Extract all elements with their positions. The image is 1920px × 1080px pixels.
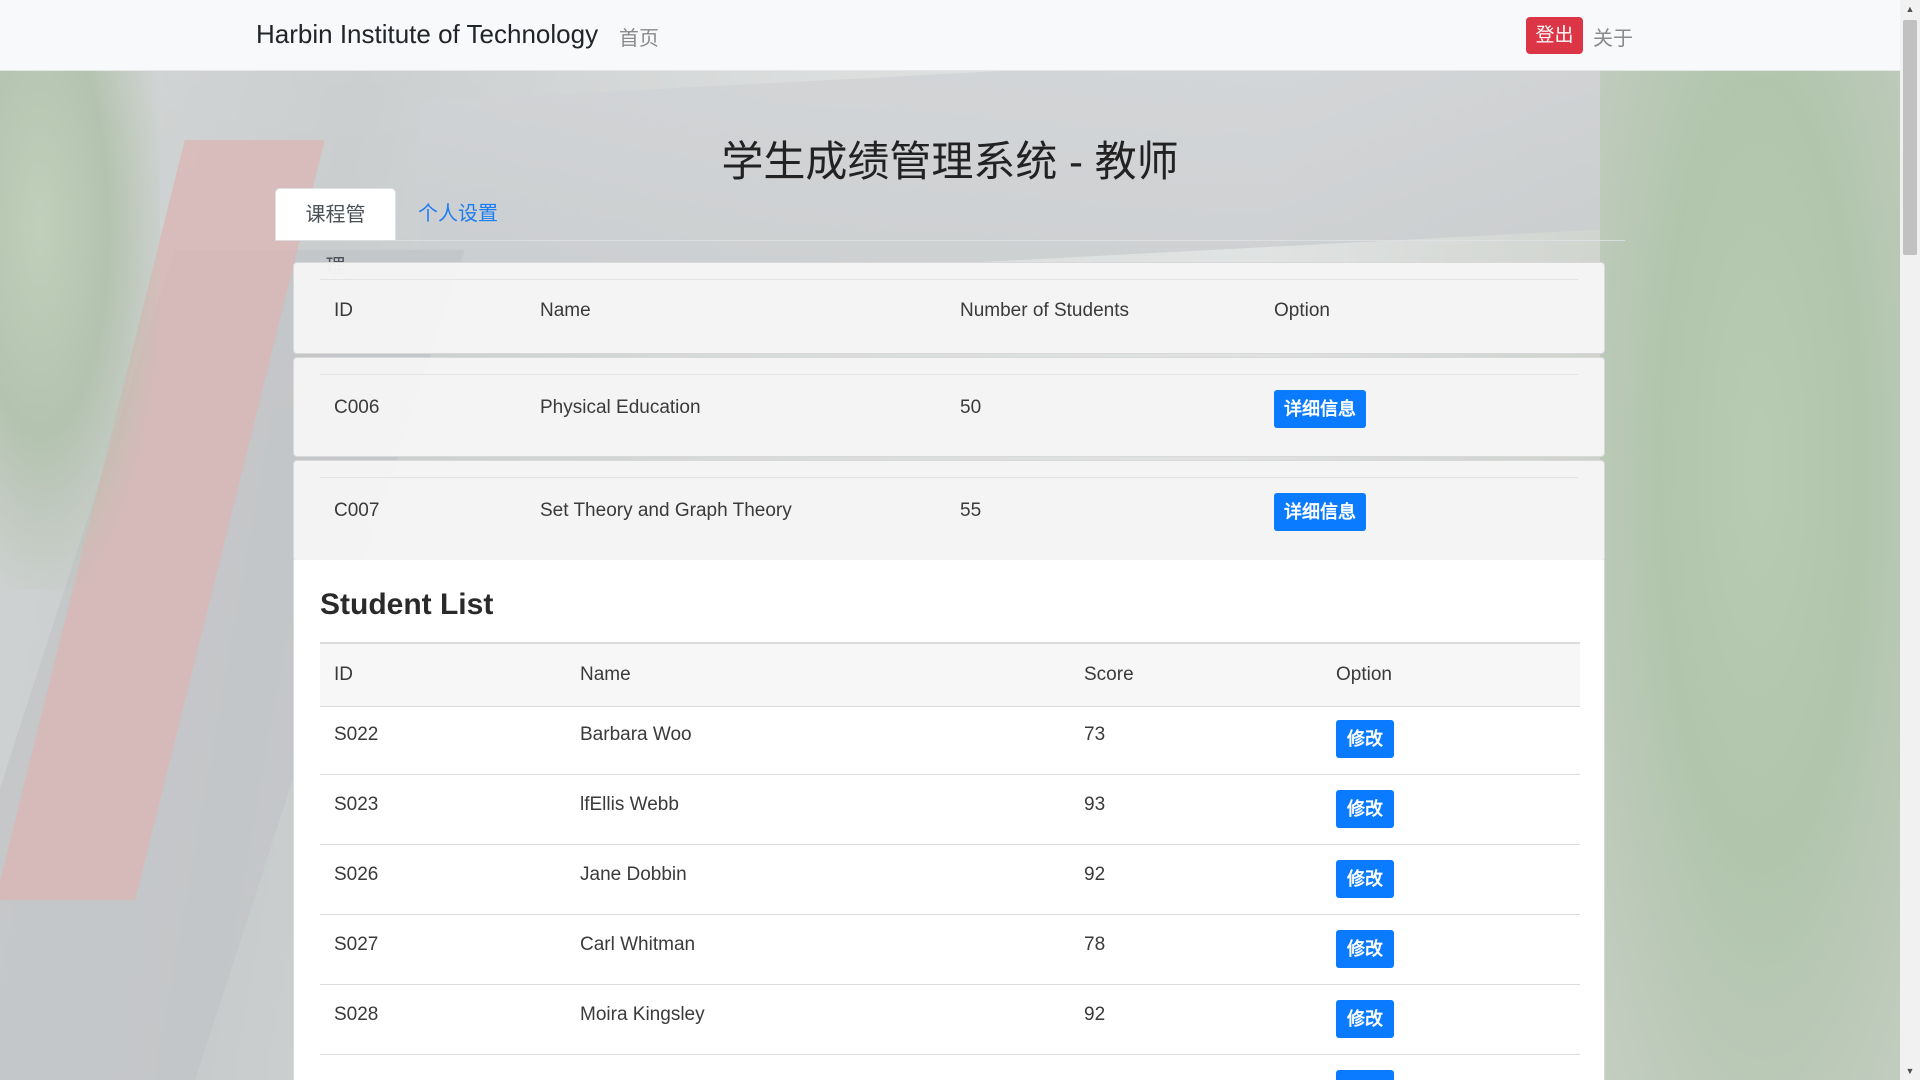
- course-id: C007: [334, 500, 380, 521]
- course-name: Physical Education: [540, 397, 701, 418]
- course-id: C006: [334, 397, 380, 418]
- course-row: C006 Physical Education 50 详细信息: [293, 357, 1605, 457]
- student-name: Barbara Woo: [580, 724, 692, 745]
- student-header-name: Name: [580, 664, 631, 685]
- course-row-inner: C007 Set Theory and Graph Theory 55 详细信息: [320, 477, 1578, 561]
- edit-score-button[interactable]: 修改: [1336, 1000, 1394, 1038]
- student-table-header: ID Name Score Option: [320, 642, 1580, 707]
- page-scrollbar[interactable]: ▲ ▼: [1900, 0, 1920, 1080]
- course-table-header: ID Name Number of Students Option: [293, 262, 1605, 354]
- student-name: lfEllis Webb: [580, 794, 679, 815]
- student-row: S028 Moira Kingsley 92 修改: [320, 985, 1580, 1055]
- edit-score-button[interactable]: 修改: [1336, 930, 1394, 968]
- student-score: 93: [1084, 794, 1106, 815]
- student-id: S028: [334, 1004, 379, 1025]
- student-row: S022 Barbara Woo 73 修改: [320, 705, 1580, 775]
- student-name: Carl Whitman: [580, 934, 696, 955]
- student-id: S026: [334, 864, 379, 885]
- student-list-panel: Student List ID Name Score Option S022 B…: [293, 560, 1605, 1080]
- page-title: 学生成绩管理系统 - 教师: [721, 138, 1179, 185]
- student-header-option: Option: [1336, 664, 1392, 685]
- student-row: S023 lfEllis Webb 93 修改: [320, 775, 1580, 845]
- course-row: C007 Set Theory and Graph Theory 55 详细信息: [293, 460, 1605, 562]
- edit-score-button[interactable]: 修改: [1336, 720, 1394, 758]
- student-name: Moira Kingsley: [580, 1004, 705, 1025]
- student-score: 78: [1084, 934, 1106, 955]
- logout-button[interactable]: 登出: [1526, 17, 1583, 54]
- student-row: S027 Carl Whitman 78 修改: [320, 915, 1580, 985]
- scroll-thumb[interactable]: [1903, 20, 1917, 255]
- student-header-id: ID: [334, 664, 353, 685]
- tab-course-management[interactable]: 课程管理: [275, 188, 396, 278]
- edit-score-button[interactable]: 修改: [1336, 790, 1394, 828]
- navbar: Harbin Institute of Technology 首页 登出 关于: [0, 0, 1900, 71]
- student-row-partial: [320, 1055, 1580, 1080]
- course-header-row: ID Name Number of Students Option: [320, 279, 1578, 353]
- course-detail-button[interactable]: 详细信息: [1274, 493, 1366, 531]
- student-header-score: Score: [1084, 664, 1134, 685]
- student-list-title: Student List: [320, 588, 494, 621]
- course-students: 55: [960, 500, 982, 521]
- student-score: 92: [1084, 864, 1106, 885]
- edit-score-button[interactable]: 修改: [1336, 860, 1394, 898]
- course-header-name: Name: [540, 300, 591, 321]
- student-name: Jane Dobbin: [580, 864, 687, 885]
- course-header-id: ID: [334, 300, 353, 321]
- student-score: 73: [1084, 724, 1106, 745]
- student-score: 92: [1084, 1004, 1106, 1025]
- student-row: S026 Jane Dobbin 92 修改: [320, 845, 1580, 915]
- edit-score-button-partial[interactable]: [1336, 1070, 1394, 1080]
- nav-home-link[interactable]: 首页: [619, 22, 659, 51]
- nav-about-link[interactable]: 关于: [1593, 22, 1633, 51]
- student-id: S027: [334, 934, 379, 955]
- tab-bar: 课程管理 个人设置: [275, 188, 1625, 278]
- brand-link[interactable]: Harbin Institute of Technology: [256, 19, 598, 50]
- course-row-inner: C006 Physical Education 50 详细信息: [320, 374, 1578, 456]
- course-name: Set Theory and Graph Theory: [540, 500, 792, 521]
- course-students: 50: [960, 397, 982, 418]
- student-id: S023: [334, 794, 379, 815]
- scroll-up-arrow-icon[interactable]: ▲: [1900, 0, 1920, 18]
- tab-personal-settings[interactable]: 个人设置: [398, 188, 518, 240]
- course-detail-button[interactable]: 详细信息: [1274, 390, 1366, 428]
- scroll-down-arrow-icon[interactable]: ▼: [1900, 1062, 1920, 1080]
- course-header-students: Number of Students: [960, 300, 1129, 321]
- student-id: S022: [334, 724, 379, 745]
- course-header-option: Option: [1274, 300, 1330, 321]
